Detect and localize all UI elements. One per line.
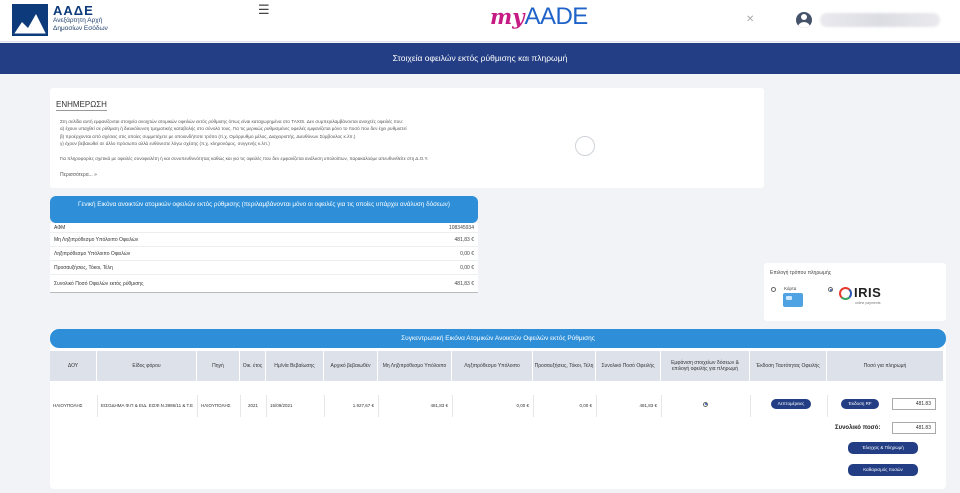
summary-value: 481,83 €	[454, 281, 474, 287]
summary-label: Συνολικό Ποσό Οφειλών εκτός ρύθμισης	[54, 281, 144, 287]
detail-table-header: ΔΟΥ Είδος φόρου Πηγή Οικ. έτος Ημ/νία Βε…	[50, 351, 946, 381]
summary-label: Προσαυξήσεις, Τόκοι, Τέλη	[54, 265, 113, 271]
summary-label: Μη Ληξιπρόθεσμο Υπόλοιπο Οφειλών	[54, 237, 139, 243]
user-avatar-icon[interactable]	[796, 12, 812, 28]
cell-date: 15/09/2021	[266, 395, 323, 417]
summary-title: Γενική Εικόνα ανοικτών ατομικών οφειλών …	[50, 196, 478, 223]
summary-panel: Γενική Εικόνα ανοικτών ατομικών οφειλών …	[50, 196, 478, 308]
org-title: ΑΑΔΕ	[53, 3, 94, 18]
summary-row-not-overdue: Μη Ληξιπρόθεσμο Υπόλοιπο Οφειλών 481,83 …	[50, 233, 478, 247]
cell-surcharges: 0,00 €	[533, 395, 595, 417]
amount-input[interactable]	[892, 398, 936, 410]
top-header: ΑΑΔΕ Ανεξάρτητη Αρχή Δημοσίων Εσόδων ☰ m…	[0, 0, 960, 42]
info-text-2: α) έχουν υπαχθεί σε ρύθμιση ή διευκόλυνσ…	[60, 126, 407, 132]
info-heading: ΕΝΗΜΕΡΩΣΗ	[56, 100, 107, 111]
summary-row-total: Συνολικό Ποσό Οφειλών εκτός ρύθμισης 481…	[50, 275, 478, 293]
info-panel: ΕΝΗΜΕΡΩΣΗ Στη σελίδα αυτή εμφανίζονται σ…	[50, 88, 764, 188]
info-text-1: Στη σελίδα αυτή εμφανίζονται στοιχεία αν…	[60, 119, 404, 124]
summary-label: Ληξιπρόθεσμο Υπόλοιπο Οφειλών	[54, 251, 131, 257]
table-row: ΗΛΙΟΥΠΟΛΗΣ ΕΙΣΟΔΗΜΑ Φ.Π & ΕΙΔ. ΕΙΣΦ.Ν.39…	[50, 395, 946, 417]
col-doy: ΔΟΥ	[50, 351, 96, 381]
summary-label: ΑΦΜ	[54, 225, 66, 231]
aade-logo[interactable]: ΑΑΔΕ Ανεξάρτητη Αρχή Δημοσίων Εσόδων	[12, 4, 108, 36]
iris-radio[interactable]	[828, 287, 833, 292]
iris-logo-icon[interactable]	[839, 287, 852, 300]
col-date: Ημ/νία Βεβαίωσης	[266, 351, 323, 381]
check-and-pay-button[interactable]: Έλεγχος & Πληρωμή	[848, 442, 918, 454]
summary-table: ΑΦΜ 108345934 Μη Ληξιπρόθεσμο Υπόλοιπο Ο…	[50, 223, 478, 293]
org-line1: Ανεξάρτητη Αρχή	[53, 17, 103, 24]
detail-panel: Συγκεντρωτική Εικόνα Ατομικών Ανοικτών Ο…	[50, 329, 946, 489]
cell-initial: 1.927,67 €	[324, 395, 377, 417]
details-button[interactable]: Λεπτομέρειες	[771, 399, 811, 409]
summary-value: 481,83 €	[454, 237, 474, 243]
col-year: Οικ. έτος	[240, 351, 265, 381]
summary-value: 108345934	[448, 225, 474, 231]
cell-total: 481,83 €	[596, 395, 660, 417]
user-name-blurred[interactable]	[820, 13, 940, 27]
payment-method-box: Επιλογή τρόπου πληρωμής Κάρτα IRIS onlin…	[764, 263, 946, 321]
col-source: Πηγή	[197, 351, 239, 381]
brand-name: AADE	[524, 3, 588, 30]
info-text-3: β) προέρχονται από σχέσεις στις οποίες σ…	[60, 133, 356, 139]
cell-not-overdue: 481,83 €	[378, 395, 451, 417]
total-amount-label: Συνολικό ποσό:	[835, 425, 881, 431]
aade-logo-icon	[12, 4, 48, 36]
select-debt-radio[interactable]	[703, 401, 708, 407]
info-text-4: γ) έχουν βεβαιωθεί σε άλλο πρόσωπο αλλά …	[60, 140, 270, 146]
detail-title: Συγκεντρωτική Εικόνα Ατομικών Ανοικτών Ο…	[50, 329, 946, 348]
col-tax-type: Είδος φόρου	[97, 351, 196, 381]
summary-value: 0,00 €	[460, 265, 474, 271]
clear-amounts-button[interactable]: Καθαρισμός ποσών	[848, 464, 918, 476]
card-radio[interactable]	[771, 287, 776, 292]
cell-overdue: 0,00 €	[452, 395, 532, 417]
col-overdue: Ληξιπρόθεσμο Υπόλοιπο	[452, 351, 532, 381]
cell-source: ΗΛΙΟΥΠΟΛΗΣ	[197, 395, 239, 417]
col-surcharges: Προσαυξήσεις, Τόκοι, Τέλη	[533, 351, 595, 381]
cell-tax-type: ΕΙΣΟΔΗΜΑ Φ.Π & ΕΙΔ. ΕΙΣΦ.Ν.3986/11 & Τ.Ε	[97, 395, 196, 417]
payment-method-label: Επιλογή τρόπου πληρωμής	[770, 270, 832, 276]
brand-prefix: my	[490, 4, 525, 29]
col-amount: Ποσό για πληρωμή	[827, 351, 943, 381]
summary-row-overdue: Ληξιπρόθεσμο Υπόλοιπο Οφειλών 0,00 €	[50, 247, 478, 261]
info-text-5: Για πληροφορίες σχετικά με οφειλές συνοφ…	[60, 156, 429, 162]
cell-select	[661, 395, 749, 417]
hamburger-menu-icon[interactable]: ☰	[258, 2, 270, 18]
myaade-brand[interactable]: myAADE	[490, 3, 588, 31]
iris-label: IRIS	[854, 285, 882, 300]
summary-row-surcharges: Προσαυξήσεις, Τόκοι, Τέλη 0,00 €	[50, 261, 478, 275]
cell-doy: ΗΛΙΟΥΠΟΛΗΣ	[53, 403, 83, 408]
col-issue-id: Έκδοση Ταυτότητας Οφειλής	[750, 351, 826, 381]
page-title: Στοιχεία οφειλών εκτός ρύθμισης και πληρ…	[0, 43, 960, 74]
summary-value: 0,00 €	[460, 251, 474, 257]
summary-row-afm: ΑΦΜ 108345934	[50, 223, 478, 233]
col-total: Συνολικό Ποσό Οφειλής	[596, 351, 660, 381]
col-initial: Αρχικό βεβαιωθέν	[324, 351, 377, 381]
cell-year: 2021	[240, 395, 265, 417]
total-amount-field	[892, 422, 936, 434]
card-label: Κάρτα	[784, 286, 797, 291]
loading-spinner-icon	[575, 136, 595, 156]
credit-card-icon[interactable]	[783, 293, 803, 307]
iris-sub-label: online payments	[855, 301, 881, 305]
col-show-installments: Εμφάνιση στοιχείων δόσεων & επιλογή οφει…	[661, 351, 749, 381]
org-line2: Δημοσίων Εσόδων	[53, 24, 108, 32]
more-link[interactable]: Περισσότερα... »	[60, 172, 758, 179]
issue-rf-button[interactable]: Έκδοση RF	[841, 399, 879, 409]
close-icon[interactable]: ✕	[746, 14, 754, 25]
col-not-overdue: Μη Ληξιπρόθεσμο Υπόλοιπο	[378, 351, 451, 381]
